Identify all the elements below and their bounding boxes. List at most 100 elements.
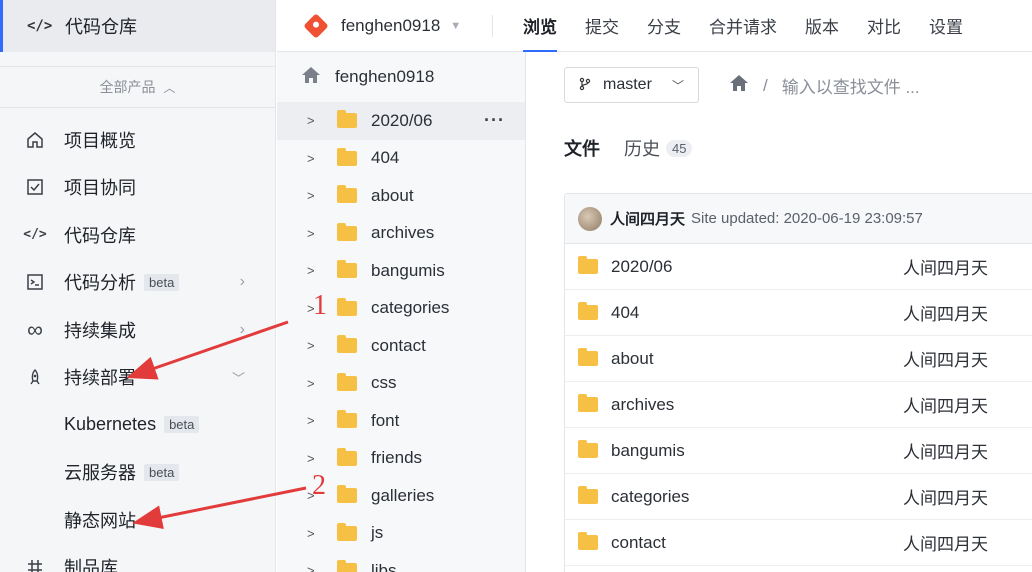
file-name[interactable]: about — [611, 349, 654, 369]
chevron-right-icon[interactable]: > — [307, 338, 321, 353]
sidebar-item-overview[interactable]: 项目概览 — [0, 116, 275, 164]
tab-browse[interactable]: 浏览 — [523, 0, 557, 52]
tab-history[interactable]: 历史 45 — [624, 135, 693, 161]
file-search-input[interactable]: 输入以查找文件 ... — [782, 73, 920, 98]
tree-row[interactable]: > contact — [277, 327, 525, 365]
branch-icon — [579, 77, 591, 94]
tree-row[interactable]: > galleries — [277, 477, 525, 515]
sidebar-item-static-site[interactable]: 静态网站 — [0, 496, 275, 544]
file-author: 人间四月天 — [903, 489, 988, 508]
folder-icon — [337, 185, 357, 204]
home-icon — [24, 131, 46, 149]
sidebar-item-ci[interactable]: ∞ 持续集成 › — [0, 306, 275, 354]
chevron-right-icon[interactable]: > — [307, 263, 321, 278]
tab-branches[interactable]: 分支 — [647, 0, 681, 52]
sidebar-item-code-repo[interactable]: </> 代码仓库 — [0, 211, 275, 259]
tree-row[interactable]: > js — [277, 515, 525, 553]
repo-name: fenghen0918 — [341, 15, 441, 35]
tree-row[interactable]: >404 — [277, 140, 525, 178]
table-row[interactable]: about 人间四月天 — [565, 336, 1032, 382]
tree-row[interactable]: > css — [277, 365, 525, 403]
chevron-right-icon[interactable]: > — [307, 413, 321, 428]
sidebar-item-code-analysis[interactable]: 代码分析 beta › — [0, 259, 275, 307]
chevron-right-icon[interactable]: > — [307, 376, 321, 391]
chevron-up-icon: ︿ — [163, 80, 176, 95]
tree-root[interactable]: fenghen0918 — [277, 52, 525, 102]
chevron-right-icon[interactable]: > — [307, 526, 321, 541]
tree-item-label: css — [371, 373, 397, 393]
chevron-right-icon[interactable]: > — [307, 301, 321, 316]
tab-files[interactable]: 文件 — [564, 135, 600, 161]
file-name[interactable]: categories — [611, 487, 689, 507]
file-name[interactable]: bangumis — [611, 441, 685, 461]
chevron-right-icon[interactable]: > — [307, 113, 321, 128]
folder-icon — [578, 486, 598, 504]
tree-row[interactable]: > bangumis — [277, 252, 525, 290]
tree-row[interactable]: > about — [277, 177, 525, 215]
commit-author[interactable]: 人间四月天 — [610, 208, 685, 229]
tab-commits[interactable]: 提交 — [585, 0, 619, 52]
file-author: 人间四月天 — [903, 305, 988, 324]
terminal-icon — [24, 273, 46, 291]
breadcrumb: / 输入以查找文件 ... — [729, 73, 920, 98]
chevron-right-icon[interactable]: > — [307, 451, 321, 466]
tree-row[interactable]: > libs — [277, 552, 525, 572]
sidebar-item-label: Kubernetes — [64, 414, 157, 435]
branch-selector[interactable]: master ﹀ — [564, 67, 699, 103]
chevron-right-icon: › — [239, 320, 245, 338]
tree-item-label: libs — [371, 560, 397, 572]
tree-item-label: contact — [371, 335, 426, 355]
chevron-right-icon[interactable]: > — [307, 188, 321, 203]
table-row[interactable]: 2020/06 人间四月天 — [565, 244, 1032, 290]
file-name[interactable]: archives — [611, 395, 674, 415]
latest-commit: 人间四月天 Site updated: 2020-06-19 23:09:57 — [565, 194, 1032, 244]
tree-row[interactable]: > font — [277, 402, 525, 440]
folder-icon — [337, 222, 357, 241]
tree-item-label: categories — [371, 298, 450, 318]
sidebar-item-collab[interactable]: 项目协同 — [0, 164, 275, 212]
commit-message[interactable]: Site updated: 2020-06-19 23:09:57 — [691, 210, 923, 227]
chevron-right-icon[interactable]: > — [307, 226, 321, 241]
avatar — [578, 206, 602, 231]
tree-row[interactable]: >2020/06 ··· — [277, 102, 525, 140]
beta-badge: beta — [144, 273, 180, 291]
tab-compare[interactable]: 对比 — [867, 0, 901, 52]
code-icon: </> — [23, 227, 47, 243]
table-row[interactable]: 404 人间四月天 — [565, 290, 1032, 336]
tree-root-label: fenghen0918 — [335, 67, 435, 86]
tree-row[interactable]: > friends — [277, 440, 525, 478]
file-name[interactable]: 404 — [611, 303, 639, 323]
tab-releases[interactable]: 版本 — [805, 0, 839, 52]
sidebar-item-artifacts[interactable]: 制品库 — [0, 544, 275, 572]
file-author: 人间四月天 — [903, 351, 988, 370]
table-row[interactable]: archives 人间四月天 — [565, 382, 1032, 428]
folder-icon — [578, 440, 598, 458]
tab-settings[interactable]: 设置 — [929, 0, 963, 52]
sidebar-item-cd[interactable]: 持续部署 ﹀ — [0, 354, 275, 402]
chevron-right-icon[interactable]: > — [307, 563, 321, 572]
folder-icon — [578, 302, 598, 320]
chevron-right-icon[interactable]: > — [307, 151, 321, 166]
chevron-right-icon[interactable]: > — [307, 488, 321, 503]
folder-icon — [337, 560, 357, 572]
file-name[interactable]: 2020/06 — [611, 257, 672, 277]
file-name[interactable]: contact — [611, 533, 666, 553]
table-row[interactable]: bangumis 人间四月天 — [565, 428, 1032, 474]
more-options-icon[interactable]: ··· — [484, 110, 505, 131]
sidebar-item-label: 代码仓库 — [64, 225, 136, 246]
sidebar-item-label: 代码分析 — [64, 273, 136, 294]
tree-row[interactable]: > categories — [277, 290, 525, 328]
sidebar-item-kubernetes[interactable]: Kubernetes beta — [0, 401, 275, 449]
tree-row[interactable]: > archives — [277, 215, 525, 253]
sidebar-item-code-repo-active[interactable]: </> 代码仓库 — [0, 0, 275, 52]
beta-badge: beta — [144, 463, 180, 481]
sidebar-item-cloud-server[interactable]: 云服务器 beta — [0, 449, 275, 497]
home-icon[interactable] — [729, 74, 749, 97]
tab-merge-requests[interactable]: 合并请求 — [709, 0, 777, 52]
table-row[interactable]: contact 人间四月天 — [565, 520, 1032, 566]
all-products-toggle[interactable]: 全部产品 ︿ — [0, 67, 275, 107]
repo-selector[interactable]: fenghen0918 ▼ — [277, 12, 493, 39]
tree-item-label: friends — [371, 448, 423, 468]
table-row[interactable]: categories 人间四月天 — [565, 474, 1032, 520]
tree-item-label: 404 — [371, 148, 400, 168]
